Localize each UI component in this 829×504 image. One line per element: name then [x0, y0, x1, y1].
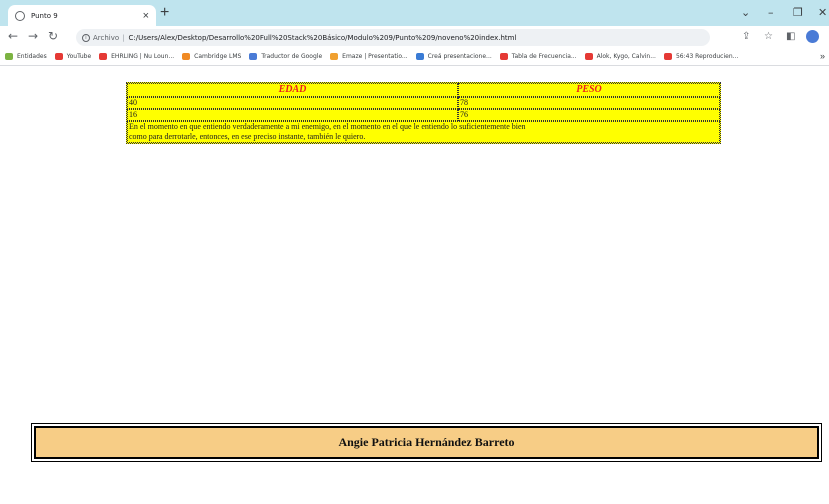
bookmark-favicon-icon: [99, 53, 108, 60]
bookmark-item[interactable]: 56:43 Reproducien...: [663, 53, 739, 60]
cell-edad: 40: [127, 97, 458, 109]
bookmark-label: Emaze | Presentatio...: [342, 53, 408, 60]
tab-strip: Punto 9 × + ⌄ – ❐ ✕: [0, 0, 829, 26]
bookmarks-bar: Entidades YouTube EHRLING | Nu Loun... Camb…: [0, 48, 829, 66]
share-icon[interactable]: ⇪: [742, 31, 750, 42]
browser-toolbar: ← → ↻ i Archivo | C:/Users/Alex/Desktop/…: [0, 26, 829, 48]
bookmark-favicon-icon: [182, 53, 191, 60]
info-icon[interactable]: i: [82, 33, 90, 42]
reload-icon[interactable]: ↻: [48, 29, 58, 43]
bookmark-favicon-icon: [415, 53, 424, 60]
bookmark-label: Tabla de Frecuencia...: [511, 53, 577, 60]
bookmark-favicon-icon: [54, 53, 63, 60]
bookmark-item[interactable]: Cambridge LMS: [182, 53, 241, 60]
header-peso: PESO: [458, 83, 720, 97]
header-edad: EDAD: [127, 83, 458, 97]
address-bar[interactable]: i Archivo | C:/Users/Alex/Desktop/Desarr…: [76, 29, 710, 46]
bookmark-item[interactable]: YouTube: [54, 53, 92, 60]
globe-icon: [15, 10, 25, 21]
address-separator: |: [122, 33, 125, 42]
address-scheme-label: Archivo: [93, 33, 120, 42]
profile-avatar[interactable]: [806, 30, 819, 43]
cell-peso: 78: [458, 97, 720, 109]
tab-search-icon[interactable]: ⌄: [741, 6, 750, 19]
cell-peso: 76: [458, 109, 720, 121]
bookmark-item[interactable]: Entidades: [5, 53, 47, 60]
new-tab-button[interactable]: +: [160, 5, 169, 21]
bookmark-item[interactable]: Tabla de Frecuencia...: [499, 53, 577, 60]
bookmark-label: Cambridge LMS: [194, 53, 242, 60]
restore-button[interactable]: ❐: [793, 6, 803, 19]
close-window-button[interactable]: ✕: [818, 6, 827, 19]
bookmark-item[interactable]: Creá presentacione...: [415, 53, 492, 60]
side-panel-icon[interactable]: ◧: [786, 31, 795, 42]
author-footer: Angie Patricia Hernández Barreto: [31, 423, 822, 462]
tab-title: Punto 9: [31, 11, 58, 20]
table-row: 16 76: [127, 109, 720, 121]
bookmark-item[interactable]: Emaze | Presentatio...: [330, 53, 408, 60]
bookmarks-overflow-icon[interactable]: »: [820, 51, 825, 61]
browser-tab[interactable]: Punto 9 ×: [8, 5, 156, 26]
quote-line: En el momento en que entiendo verdaderam…: [129, 122, 526, 131]
data-table: EDAD PESO 40 78 16 76 En el momento en q…: [126, 82, 721, 144]
bookmark-favicon-icon: [499, 53, 508, 60]
bookmark-item[interactable]: Alok, Kygo, Calvin...: [584, 53, 656, 60]
bookmark-label: Entidades: [17, 53, 47, 60]
bookmark-favicon-icon: [330, 53, 339, 60]
bookmark-label: Alok, Kygo, Calvin...: [596, 53, 656, 60]
bookmark-label: YouTube: [66, 53, 92, 60]
bookmark-favicon-icon: [584, 53, 593, 60]
bookmark-item[interactable]: EHRLING | Nu Loun...: [99, 53, 174, 60]
tab-close-icon[interactable]: ×: [143, 10, 149, 22]
quote-line: como para derrotarle, entonces, en ese p…: [129, 132, 366, 141]
star-icon[interactable]: ☆: [764, 31, 773, 42]
bookmark-label: Creá presentacione...: [427, 53, 492, 60]
forward-arrow-icon[interactable]: →: [28, 29, 38, 43]
quote-cell: En el momento en que entiendo verdaderam…: [127, 121, 720, 143]
bookmark-favicon-icon: [5, 53, 13, 60]
table-header-row: EDAD PESO: [127, 83, 720, 97]
bookmark-item[interactable]: Traductor de Google: [249, 53, 322, 60]
bookmark-favicon-icon: [249, 53, 258, 60]
address-url: C:/Users/Alex/Desktop/Desarrollo%20Full%…: [128, 33, 517, 42]
back-arrow-icon[interactable]: ←: [8, 29, 18, 43]
table-row: 40 78: [127, 97, 720, 109]
author-name: Angie Patricia Hernández Barreto: [338, 435, 515, 449]
bookmark-label: EHRLING | Nu Loun...: [111, 53, 175, 60]
bookmark-label: 56:43 Reproducien...: [675, 53, 739, 60]
quote-row: En el momento en que entiendo verdaderam…: [127, 121, 720, 143]
cell-edad: 16: [127, 109, 458, 121]
bookmark-favicon-icon: [663, 53, 672, 60]
minimize-button[interactable]: –: [768, 6, 774, 19]
bookmark-label: Traductor de Google: [261, 53, 323, 60]
page-content: EDAD PESO 40 78 16 76 En el momento en q…: [0, 67, 829, 504]
